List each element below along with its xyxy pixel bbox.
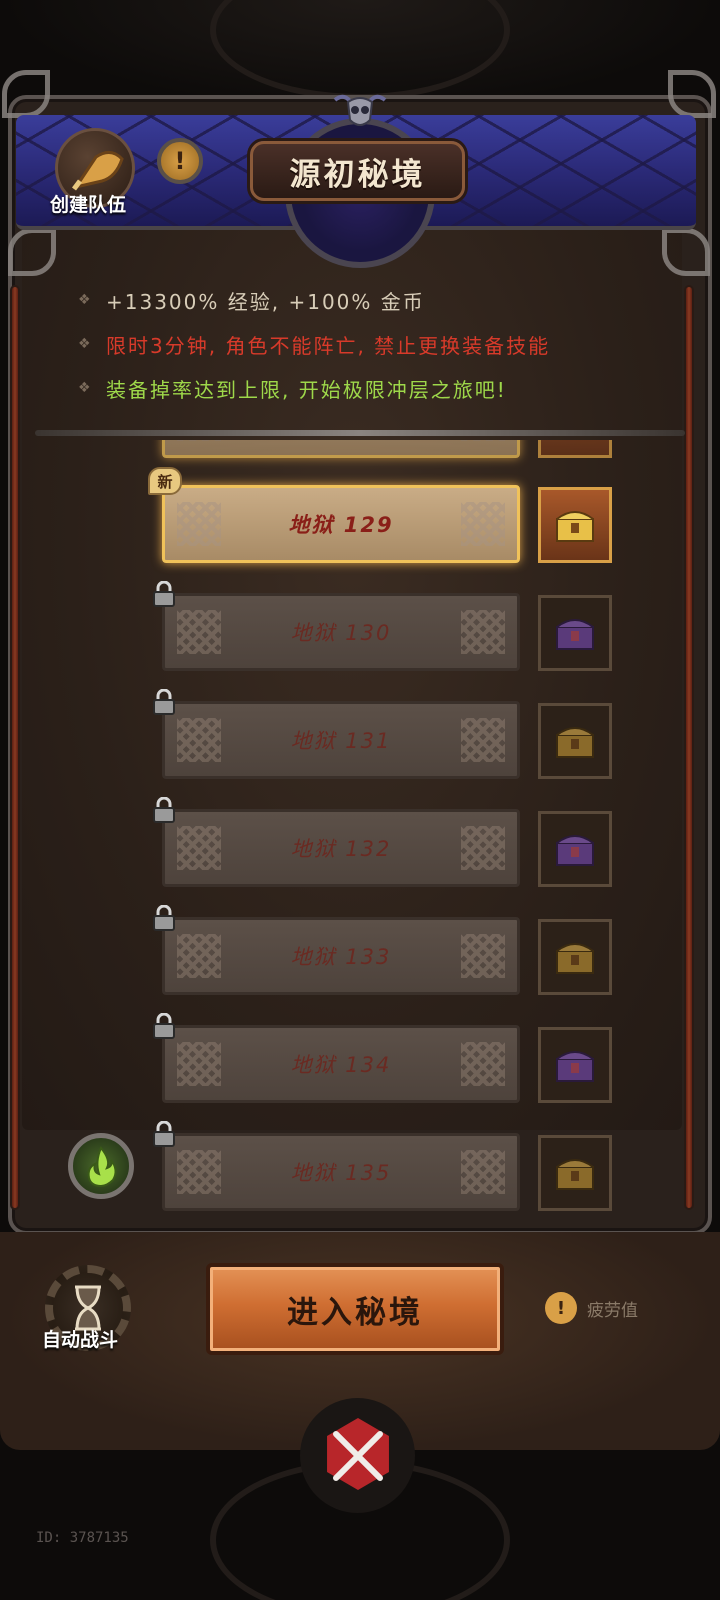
info-button[interactable]: !	[157, 138, 203, 184]
rule-item: ❖ 装备掉率达到上限, 开始极限冲层之旅吧!	[78, 366, 678, 410]
reward-chest-button[interactable]	[538, 1135, 612, 1211]
auto-battle-label[interactable]: 自动战斗	[42, 1325, 118, 1352]
level-row-partial	[22, 440, 682, 470]
rule-item: ❖ +13300% 经验, +100% 金币	[78, 278, 678, 322]
level-label: 地狱 131	[290, 729, 392, 753]
purple-chest-icon	[556, 1051, 594, 1082]
diamond-bullet-icon: ❖	[78, 336, 93, 352]
close-button[interactable]	[300, 1398, 415, 1513]
corner-ornament	[8, 228, 56, 276]
enter-realm-button[interactable]: 进入秘境	[206, 1263, 504, 1355]
reward-chest-button[interactable]	[538, 919, 612, 995]
page-title: 源初秘境	[250, 141, 465, 201]
level-row[interactable]: 地狱 133	[22, 905, 682, 1007]
rules-list: ❖ +13300% 经验, +100% 金币 ❖ 限时3分钟, 角色不能阵亡, …	[78, 278, 678, 410]
new-badge-text: 新	[157, 472, 173, 491]
skull-icon	[333, 94, 387, 126]
level-plate[interactable]: 地狱 129	[162, 485, 520, 563]
level-label: 地狱 134	[290, 1053, 392, 1077]
player-id: ID: 3787135	[36, 1530, 129, 1546]
corner-ornament	[2, 70, 50, 118]
gold-chest-icon	[556, 1159, 594, 1190]
level-plate[interactable]: 地狱 132	[162, 809, 520, 887]
green-flame-icon	[87, 1146, 117, 1188]
rule-text: 装备掉率达到上限, 开始极限冲层之旅吧!	[106, 377, 507, 402]
jump-to-current-button[interactable]	[68, 1133, 134, 1199]
level-row[interactable]: 地狱 129 新	[22, 467, 682, 575]
enter-realm-label: 进入秘境	[287, 1294, 423, 1331]
level-label: 地狱 132	[290, 837, 392, 861]
divider	[35, 430, 685, 436]
rule-item: ❖ 限时3分钟, 角色不能阵亡, 禁止更换装备技能	[78, 322, 678, 366]
lock-icon	[153, 581, 175, 607]
reward-chest-button[interactable]	[538, 811, 612, 887]
rule-text: +13300% 经验, +100% 金币	[106, 289, 425, 314]
corner-ornament	[668, 70, 716, 118]
level-plate[interactable]: 地狱 133	[162, 917, 520, 995]
level-label: 地狱 130	[290, 621, 392, 645]
level-list[interactable]: 地狱 129 新 地狱 130 地狱 131 地狱 132 地狱 133 地狱 …	[22, 440, 682, 1220]
diamond-bullet-icon: ❖	[78, 292, 93, 308]
fatigue-info[interactable]: ! 疲劳值	[545, 1292, 638, 1324]
level-row[interactable]: 地狱 132	[22, 797, 682, 899]
rule-text: 限时3分钟, 角色不能阵亡, 禁止更换装备技能	[106, 333, 551, 358]
level-plate[interactable]: 地狱 130	[162, 593, 520, 671]
level-row[interactable]: 地狱 134	[22, 1013, 682, 1115]
level-row[interactable]: 地狱 131	[22, 689, 682, 791]
level-plate[interactable]: 地狱 135	[162, 1133, 520, 1211]
gold-chest-icon	[556, 727, 594, 758]
new-badge: 新	[148, 467, 182, 495]
reward-chest-button[interactable]	[538, 487, 612, 563]
page-title-text: 源初秘境	[289, 156, 426, 193]
level-plate	[162, 440, 520, 458]
right-side-bar	[684, 285, 694, 1210]
level-plate[interactable]: 地狱 131	[162, 701, 520, 779]
fatigue-label: 疲劳值	[587, 1300, 638, 1321]
level-plate[interactable]: 地狱 134	[162, 1025, 520, 1103]
purple-chest-icon	[556, 619, 594, 650]
level-label: 地狱 129	[288, 513, 394, 537]
level-label: 地狱 135	[290, 1161, 392, 1185]
reward-chest-button[interactable]	[538, 595, 612, 671]
fatigue-alert-symbol: !	[556, 1297, 566, 1319]
lock-icon	[153, 689, 175, 715]
gold-chest-icon	[556, 943, 594, 974]
corner-ornament	[662, 228, 710, 276]
info-icon: !	[174, 147, 186, 175]
lock-icon	[153, 905, 175, 931]
reward-chest	[538, 440, 612, 458]
lock-icon	[153, 1013, 175, 1039]
create-team-label[interactable]: 创建队伍	[50, 190, 126, 217]
level-label: 地狱 133	[290, 945, 392, 969]
reward-chest-button[interactable]	[538, 703, 612, 779]
level-row[interactable]: 地狱 130	[22, 581, 682, 683]
lock-icon	[153, 1121, 175, 1147]
lock-icon	[153, 797, 175, 823]
left-side-bar	[10, 285, 20, 1210]
reward-chest-button[interactable]	[538, 1027, 612, 1103]
crossed-swords-icon	[333, 1431, 383, 1481]
purple-chest-icon	[556, 835, 594, 866]
diamond-bullet-icon: ❖	[78, 380, 93, 396]
fatigue-alert-icon: !	[545, 1292, 577, 1324]
gold-chest-icon	[556, 511, 594, 542]
